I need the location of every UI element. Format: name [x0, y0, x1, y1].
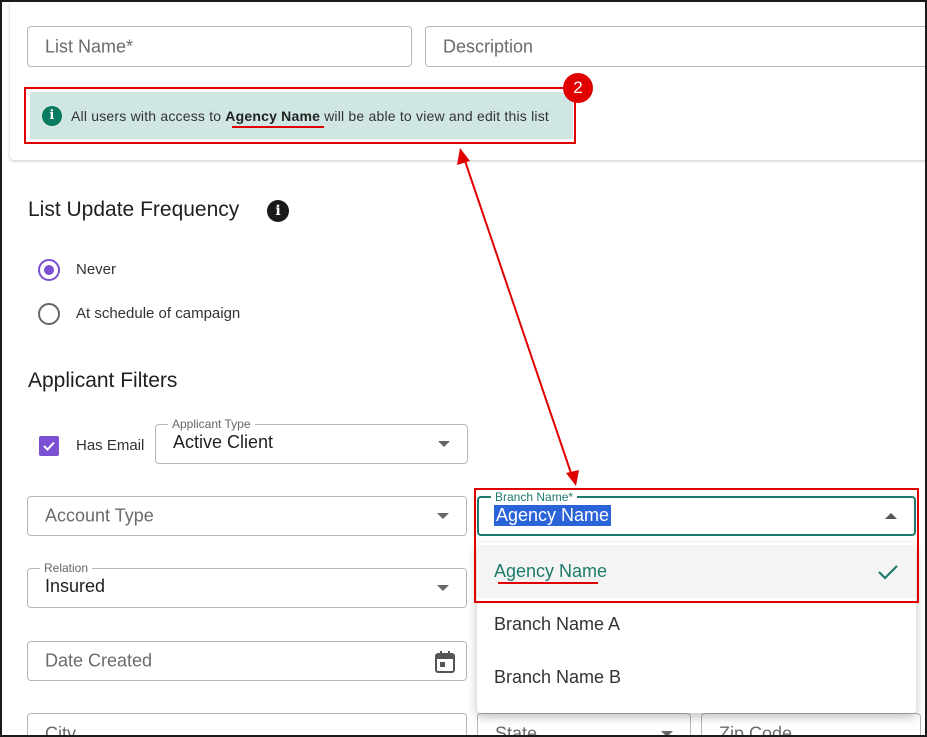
account-type-placeholder: Account Type [45, 505, 154, 526]
has-email-label: Has Email [76, 437, 145, 454]
banner-agency-name: Agency Name [225, 107, 321, 124]
city-placeholder: City [45, 723, 76, 737]
applicant-filters-title: Applicant Filters [28, 369, 178, 392]
relation-value: Insured [45, 576, 106, 596]
radio-at-schedule-label: At schedule of campaign [76, 305, 241, 322]
calendar-icon[interactable] [434, 650, 456, 674]
date-created-field[interactable]: Date Created [27, 641, 467, 681]
list-name-placeholder: List Name* [45, 36, 134, 56]
branch-dropdown-menu: Agency Name Branch Name A Branch Name B [477, 543, 916, 713]
check-icon [43, 441, 55, 451]
branch-name-select[interactable]: Branch Name* Agency Name [477, 490, 916, 536]
state-select[interactable]: State [477, 713, 691, 737]
applicant-type-select[interactable]: Applicant Type Active Client [155, 417, 468, 464]
branch-name-value: Agency Name [494, 505, 612, 526]
radio-never-label: Never [76, 261, 117, 278]
city-field[interactable]: City [27, 713, 467, 737]
date-created-placeholder: Date Created [45, 650, 153, 671]
dropdown-option-agency-name[interactable]: Agency Name [477, 545, 916, 598]
chevron-down-icon [438, 441, 450, 447]
dropdown-option-label: Branch Name A [494, 614, 621, 634]
branch-name-label: Branch Name* [491, 490, 578, 504]
applicant-type-value: Active Client [173, 432, 274, 452]
access-info-banner: i All users with access to Agency Name w… [30, 92, 573, 139]
account-type-select[interactable]: Account Type [27, 496, 467, 536]
app-frame: List Name* Description i All users with … [0, 0, 927, 737]
description-field[interactable]: Description [425, 26, 925, 67]
radio-never[interactable] [38, 259, 60, 281]
dropdown-option-branch-b[interactable]: Branch Name B [477, 651, 916, 704]
chevron-down-icon [437, 585, 449, 591]
chevron-down-icon [437, 513, 449, 519]
info-icon: i [42, 105, 62, 126]
banner-text-after: will be able to view and edit this list [324, 107, 550, 124]
applicant-type-label: Applicant Type [168, 417, 255, 431]
dropdown-option-label: Branch Name B [494, 667, 622, 687]
list-name-field[interactable]: List Name* [27, 26, 412, 67]
zip-code-field[interactable]: Zip Code [701, 713, 921, 737]
state-placeholder: State [495, 723, 538, 737]
chevron-down-icon [661, 731, 673, 735]
zip-code-placeholder: Zip Code [719, 723, 793, 737]
dropdown-option-branch-a[interactable]: Branch Name A [477, 598, 916, 651]
annotation-underline-dropdown [498, 582, 598, 584]
annotation-badge: 2 [563, 73, 593, 103]
banner-text-before: All users with access to [71, 107, 222, 124]
has-email-checkbox[interactable] [39, 436, 59, 456]
relation-label: Relation [40, 561, 93, 575]
chevron-up-icon [885, 513, 897, 519]
description-placeholder: Description [443, 36, 534, 56]
radio-at-schedule[interactable] [38, 303, 60, 325]
check-icon [878, 564, 898, 580]
update-frequency-title: List Update Frequency [28, 198, 240, 221]
help-icon[interactable]: i [267, 200, 289, 222]
relation-select[interactable]: Relation Insured [27, 561, 467, 608]
annotation-underline-banner [232, 126, 324, 128]
dropdown-option-label: Agency Name [494, 561, 608, 581]
